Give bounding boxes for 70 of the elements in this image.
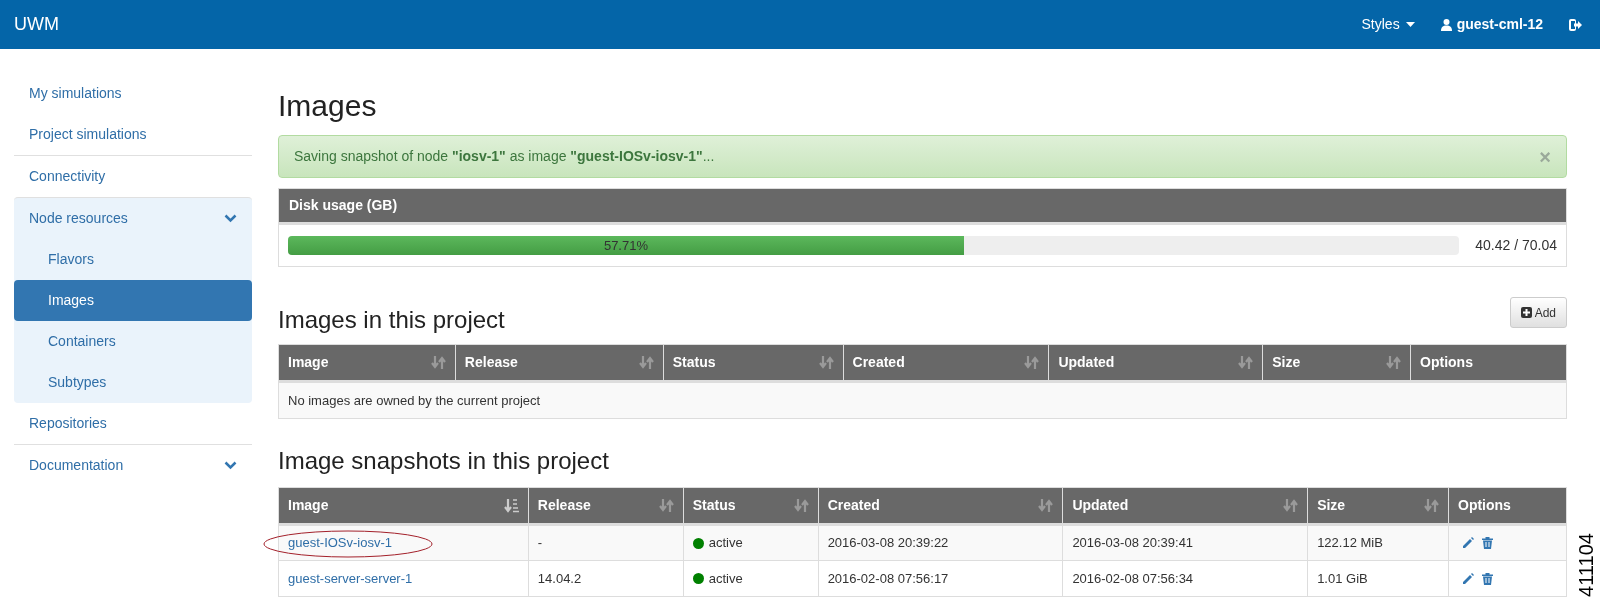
sort-icon: [1024, 355, 1040, 370]
image-link[interactable]: guest-IOSv-iosv-1: [288, 535, 393, 551]
trash-icon[interactable]: [1482, 537, 1493, 549]
column-header[interactable]: Image: [278, 344, 456, 382]
sidebar-item[interactable]: Repositories: [14, 403, 252, 444]
sidebar-item[interactable]: Node resources: [14, 198, 252, 239]
progress-label: 57.71%: [603, 236, 648, 255]
column-header[interactable]: Updated: [1062, 487, 1308, 525]
sidebar-item[interactable]: Project simulations: [14, 114, 252, 155]
column-header[interactable]: Created: [818, 487, 1063, 525]
page-title: Images: [278, 91, 378, 121]
sort-icon: [430, 355, 446, 370]
section-title: Image snapshots in this project: [278, 449, 610, 473]
disk-reading: 40.42 / 70.04: [1475, 236, 1557, 255]
column-header[interactable]: Status: [683, 487, 819, 525]
status-text: active: [708, 534, 743, 553]
styles-menu[interactable]: Styles: [1361, 14, 1415, 35]
sidebar-item[interactable]: Flavors: [14, 239, 252, 280]
table-cell: 2016-02-08 07:56:17: [818, 560, 1063, 597]
column-header[interactable]: Size: [1262, 344, 1411, 382]
user-icon: [1440, 18, 1452, 31]
column-header: Options: [1410, 344, 1567, 382]
table-cell: 2016-02-08 07:56:34: [1062, 560, 1308, 597]
sort-icon: [638, 355, 654, 370]
column-header[interactable]: Size: [1307, 487, 1449, 525]
chevron-down-icon: [224, 461, 237, 470]
column-header[interactable]: Release: [528, 487, 684, 525]
user-menu[interactable]: guest-cml-12: [1440, 14, 1543, 35]
pencil-icon[interactable]: [1462, 572, 1474, 585]
alert-message: Saving snapshot of node "iosv-1" as image "guest-IOSv-iosv-1"...: [294, 147, 715, 166]
column-header[interactable]: Status: [663, 344, 844, 382]
chevron-down-icon: [224, 214, 237, 223]
brand-link[interactable]: UWM: [14, 11, 59, 38]
sort-icon: [1038, 498, 1054, 513]
sort-icon: [818, 355, 834, 370]
caret-icon: [1405, 22, 1415, 27]
sidebar-item[interactable]: My simulations: [14, 73, 252, 114]
column-header[interactable]: Release: [455, 344, 664, 382]
table-cell: 122.12 MiB: [1307, 524, 1449, 561]
table-cell: -: [528, 524, 684, 561]
sidebar-item[interactable]: Connectivity: [14, 156, 252, 197]
section-title: Images in this project: [278, 308, 505, 332]
figure-number: 411104: [1574, 533, 1599, 597]
column-header[interactable]: Created: [843, 344, 1049, 382]
sidebar-item[interactable]: Containers: [14, 321, 252, 362]
trash-icon[interactable]: [1482, 572, 1493, 585]
sort-icon: [658, 498, 674, 513]
sort-icon: [1424, 498, 1439, 513]
sort-icon: [793, 498, 809, 513]
plus-square-icon: [1520, 307, 1532, 318]
panel-title: Disk usage (GB): [289, 196, 398, 215]
status-text: active: [708, 569, 743, 588]
sort-icon: [1386, 355, 1402, 370]
logout-icon[interactable]: [1569, 18, 1582, 31]
sort-icon: [1283, 498, 1299, 513]
sort-icon: [1238, 355, 1254, 370]
sidebar-item[interactable]: Images: [14, 280, 252, 321]
sidebar-item[interactable]: Subtypes: [14, 362, 252, 403]
table-cell: 2016-03-08 20:39:41: [1062, 524, 1308, 561]
sort-ascending-icon: [503, 498, 519, 513]
table-cell: 14.04.2: [528, 560, 684, 597]
column-header[interactable]: Image: [278, 487, 529, 525]
column-header[interactable]: Updated: [1048, 344, 1263, 382]
table-cell: 1.01 GiB: [1307, 560, 1449, 597]
pencil-icon[interactable]: [1462, 537, 1474, 549]
sidebar-item[interactable]: Documentation: [14, 445, 252, 486]
column-header: Options: [1448, 487, 1567, 525]
empty-message: No images are owned by the current project: [278, 381, 1567, 419]
add-button[interactable]: Add: [1509, 297, 1567, 328]
table-cell: 2016-03-08 20:39:22: [818, 524, 1063, 561]
